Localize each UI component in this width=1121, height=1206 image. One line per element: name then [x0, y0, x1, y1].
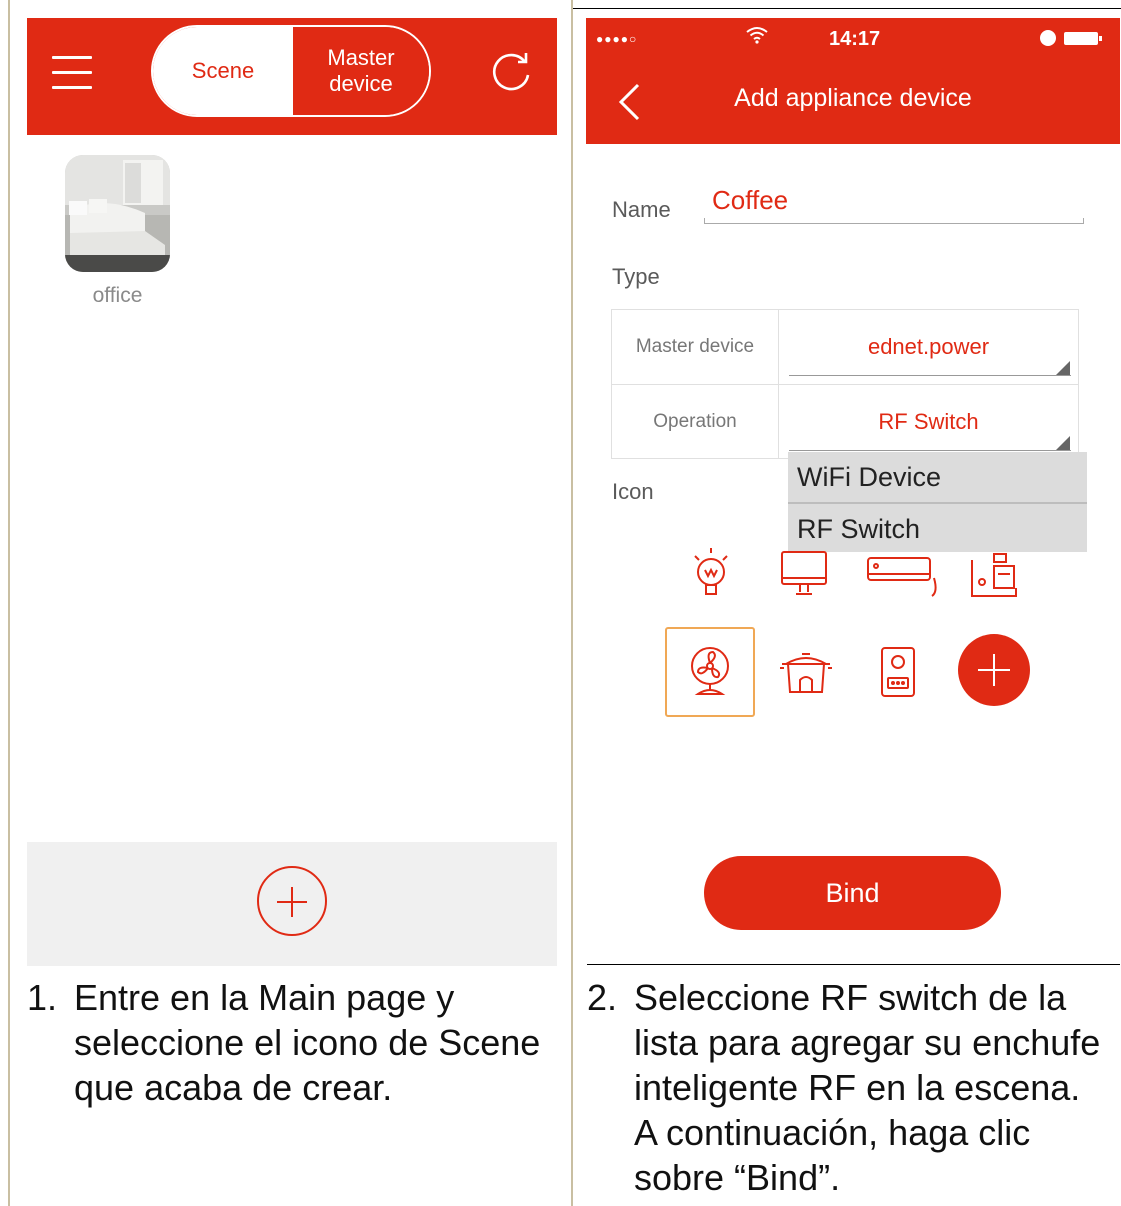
tab-master-device[interactable]: Master device: [293, 27, 429, 115]
operation-dropdown-menu: WiFi Device RF Switch: [788, 452, 1087, 552]
water-heater-icon[interactable]: [868, 642, 928, 702]
caption-number: 1.: [27, 977, 58, 1018]
scene-thumbnail-office[interactable]: [65, 155, 170, 272]
bedroom-photo-icon: [65, 155, 170, 272]
add-scene-bar: [27, 842, 557, 966]
fan-icon[interactable]: [680, 642, 740, 702]
coffee-machine-icon[interactable]: [964, 544, 1024, 604]
caption-line: A continuación, haga clic: [634, 1112, 1031, 1153]
right-app-header: ●●●●○ 14:17 Add appliance device: [586, 18, 1120, 144]
signal-strength: ●●●●○: [596, 32, 638, 46]
name-input[interactable]: Coffee: [712, 185, 788, 216]
alarm-icon: [1040, 30, 1056, 46]
caption-line: inteligente RF en la escena.: [634, 1067, 1081, 1108]
operation-label: Operation: [612, 385, 779, 459]
view-segmented-control: Scene Master device: [151, 25, 431, 117]
operation-row: Operation RF Switch: [612, 384, 1078, 459]
caption-line: que acaba de crear.: [74, 1067, 393, 1108]
tab-scene[interactable]: Scene: [153, 27, 293, 115]
add-scene-icon[interactable]: [257, 866, 327, 936]
master-device-select[interactable]: ednet.power: [779, 310, 1078, 384]
caption-step-2: 2. Seleccione RF switch de la lista para…: [587, 975, 1121, 1206]
master-device-label: Master device: [612, 310, 779, 384]
table-border-middle: [571, 0, 573, 1206]
wifi-icon: [746, 27, 768, 44]
operation-select[interactable]: RF Switch: [779, 385, 1078, 459]
type-table: Master device ednet.power Operation RF S…: [611, 309, 1079, 459]
light-bulb-icon[interactable]: [681, 544, 741, 604]
refresh-icon[interactable]: [487, 48, 535, 96]
caption-number: 2.: [587, 977, 618, 1018]
dropdown-corner-icon: [1056, 361, 1070, 375]
master-device-row: Master device ednet.power: [612, 310, 1078, 384]
caption-line: Seleccione RF switch de la: [634, 977, 1067, 1018]
operation-value: RF Switch: [878, 409, 979, 434]
name-label: Name: [612, 197, 671, 222]
name-input-underline: [704, 218, 1084, 224]
bind-button[interactable]: Bind: [704, 856, 1001, 930]
page-title: Add appliance device: [734, 84, 972, 112]
table-top: [573, 8, 1121, 9]
caption-line: lista para agregar su enchufe: [634, 1022, 1101, 1063]
rice-cooker-icon[interactable]: [776, 642, 836, 702]
add-icon[interactable]: [958, 634, 1030, 706]
dropdown-corner-icon: [1056, 436, 1070, 450]
table-divider: [587, 964, 1120, 965]
caption-line: seleccione el icono de Scene: [74, 1022, 541, 1063]
caption-line: sobre “Bind”.: [634, 1157, 841, 1198]
dropdown-option-wifi-device[interactable]: WiFi Device: [788, 452, 1087, 502]
master-device-value: ednet.power: [867, 334, 990, 359]
air-conditioner-icon[interactable]: [862, 544, 942, 604]
table-border-left: [8, 0, 10, 1206]
type-label: Type: [612, 264, 660, 289]
caption-step-1: 1. Entre en la Main page y seleccione el…: [27, 975, 567, 1115]
monitor-icon[interactable]: [774, 544, 834, 604]
scene-label: office: [92, 284, 143, 307]
icon-label: Icon: [612, 479, 654, 504]
menu-icon[interactable]: [52, 56, 92, 90]
battery-icon: [1064, 32, 1102, 45]
left-app-header: Scene Master device: [27, 18, 557, 135]
caption-line: Entre en la Main page y: [74, 977, 455, 1018]
status-time: 14:17: [829, 28, 881, 50]
